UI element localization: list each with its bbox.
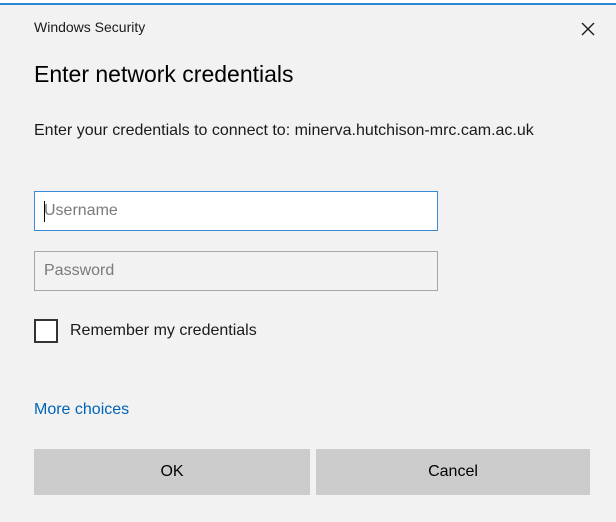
ok-button[interactable]: OK [34, 449, 310, 495]
remember-credentials-option[interactable]: Remember my credentials [34, 319, 257, 343]
dialog-heading: Enter network credentials [34, 61, 294, 87]
cancel-button[interactable]: Cancel [316, 449, 590, 495]
window-title: Windows Security [34, 19, 146, 35]
text-caret [44, 201, 45, 222]
remember-label: Remember my credentials [70, 322, 257, 339]
close-button[interactable] [576, 17, 600, 41]
close-icon [581, 22, 595, 36]
more-choices-link[interactable]: More choices [34, 401, 129, 419]
username-input[interactable] [34, 191, 438, 231]
remember-checkbox[interactable] [34, 319, 58, 343]
dialog-message: Enter your credentials to connect to: mi… [34, 122, 534, 139]
password-input[interactable] [34, 251, 438, 291]
credentials-dialog: Windows Security Enter network credentia… [0, 5, 616, 522]
